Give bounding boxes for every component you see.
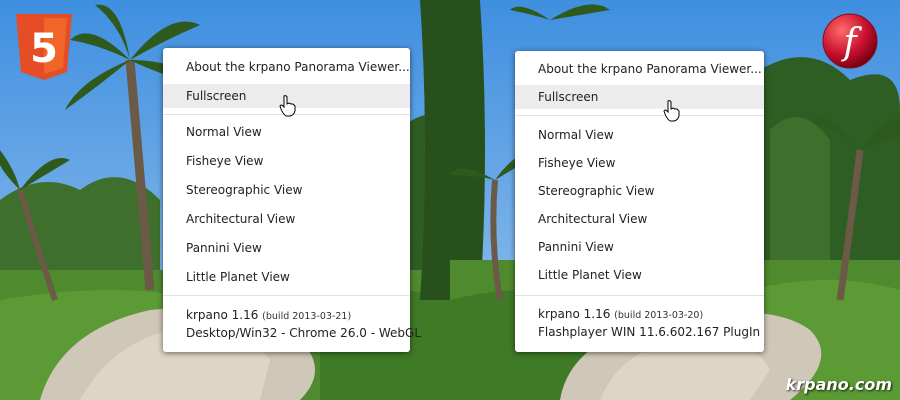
menu-item-about[interactable]: About the krpano Panorama Viewer... [515, 57, 764, 81]
hand-cursor-icon [279, 95, 296, 117]
menu-separator [515, 295, 764, 296]
menu-item-normal-view[interactable]: Normal View [515, 123, 764, 147]
version-info: krpano 1.16 (build 2013-03-20) [538, 305, 703, 325]
version-info: krpano 1.16 (build 2013-03-21) [186, 306, 351, 326]
platform-info: Flashplayer WIN 11.6.602.167 PlugIn [538, 325, 761, 339]
left-panorama-panel[interactable]: 5 About the krpano Panorama Viewer... Fu… [0, 0, 450, 400]
menu-item-about[interactable]: About the krpano Panorama Viewer... [163, 55, 410, 79]
hand-cursor-icon [663, 100, 680, 122]
menu-item-fisheye-view[interactable]: Fisheye View [163, 149, 410, 173]
krpano-brand-watermark: krpano.com [785, 375, 892, 394]
version-label: krpano 1.16 [186, 308, 259, 322]
html5-logo-text: 5 [30, 26, 58, 72]
menu-separator [163, 295, 410, 296]
menu-item-architectural-view[interactable]: Architectural View [515, 207, 764, 231]
platform-info: Desktop/Win32 - Chrome 26.0 - WebGL [186, 326, 422, 340]
menu-item-little-planet-view[interactable]: Little Planet View [515, 263, 764, 287]
build-label: (build 2013-03-21) [262, 311, 352, 322]
context-menu-flash: About the krpano Panorama Viewer... Full… [515, 51, 764, 352]
menu-item-architectural-view[interactable]: Architectural View [163, 207, 410, 231]
menu-separator [515, 115, 764, 116]
menu-item-pannini-view[interactable]: Pannini View [163, 236, 410, 260]
menu-item-normal-view[interactable]: Normal View [163, 120, 410, 144]
menu-item-pannini-view[interactable]: Pannini View [515, 235, 764, 259]
version-label: krpano 1.16 [538, 307, 611, 321]
menu-item-stereographic-view[interactable]: Stereographic View [515, 179, 764, 203]
menu-item-fullscreen[interactable]: Fullscreen [515, 85, 764, 109]
right-panorama-panel[interactable]: f About the krpano Panorama Viewer... Fu… [450, 0, 900, 400]
menu-item-little-planet-view[interactable]: Little Planet View [163, 265, 410, 289]
html5-logo-icon: 5 [16, 14, 72, 80]
flash-logo-icon: f [822, 13, 878, 69]
menu-item-fisheye-view[interactable]: Fisheye View [515, 151, 764, 175]
menu-item-stereographic-view[interactable]: Stereographic View [163, 178, 410, 202]
build-label: (build 2013-03-20) [614, 310, 704, 321]
context-menu-html5: About the krpano Panorama Viewer... Full… [163, 48, 421, 352]
